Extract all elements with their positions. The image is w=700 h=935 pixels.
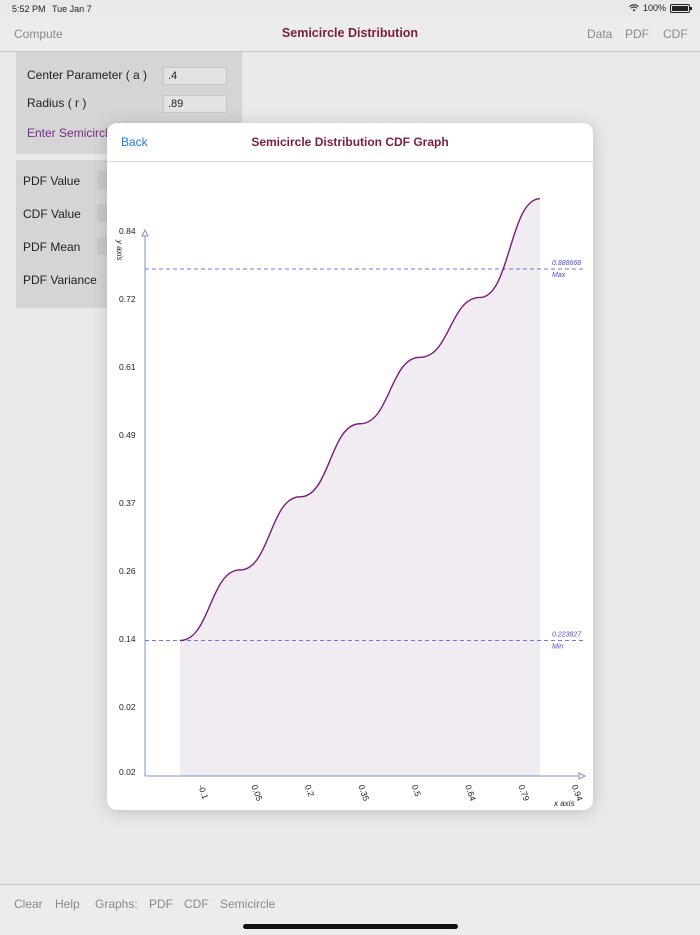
pdf-button[interactable]: PDF: [625, 27, 649, 41]
data-button[interactable]: Data: [587, 27, 612, 41]
x-axis-title: x axis: [553, 799, 574, 808]
x-tick-label: 0.35: [356, 783, 371, 802]
x-tick-label: 0.2: [303, 783, 317, 798]
clear-button[interactable]: Clear: [14, 897, 43, 911]
center-parameter-label: Center Parameter ( a ): [27, 68, 148, 82]
y-tick-label: 0.61: [119, 362, 136, 372]
graphs-label: Graphs:: [95, 897, 138, 911]
max-label: Max: [552, 272, 566, 279]
y-tick-label: 0.02: [119, 702, 136, 712]
graph-cdf-button[interactable]: CDF: [184, 897, 209, 911]
x-tick-label: 0.79: [517, 783, 532, 802]
pdf-value-label: PDF Value: [23, 174, 81, 188]
x-tick-label: 0.05: [250, 783, 265, 802]
cdf-button[interactable]: CDF: [663, 27, 688, 41]
x-tick-label: 0.64: [463, 783, 478, 802]
navigation-bar: Compute Semicircle Distribution Data PDF…: [0, 16, 700, 52]
center-parameter-input[interactable]: .4: [163, 67, 227, 85]
cdf-chart: 0.84 0.72 0.61 0.49 0.37 0.26 0.14 0.02 0.02 y ax…: [115, 197, 587, 808]
cdf-graph-modal: Back Semicircle Distribution CDF Graph 0…: [107, 123, 593, 810]
status-time: 5:52 PM: [12, 4, 46, 14]
max-value-label: 0.888668: [552, 260, 581, 267]
x-tick-label: -0.1: [196, 783, 210, 800]
y-tick-label: 0.84: [119, 226, 136, 236]
wifi-icon: [629, 4, 639, 12]
pdf-variance-label: PDF Variance: [23, 273, 97, 287]
pdf-mean-field: [97, 237, 107, 255]
y-tick-label: 0.37: [119, 498, 136, 508]
y-tick-label: 0.72: [119, 294, 136, 304]
status-right: 100%: [629, 3, 692, 13]
y-tick-label: 0.49: [119, 430, 136, 440]
y-axis-arrow: [141, 228, 149, 237]
graph-semicircle-button[interactable]: Semicircle: [220, 897, 275, 911]
help-button[interactable]: Help: [55, 897, 80, 911]
x-axis-arrow: [578, 772, 587, 780]
graph-pdf-button[interactable]: PDF: [149, 897, 173, 911]
cdf-value-field: [97, 204, 107, 222]
battery-icon: [670, 3, 692, 13]
min-label: Min: [552, 644, 563, 651]
status-date: Tue Jan 7: [52, 4, 92, 14]
enter-semicircle-link[interactable]: Enter Semicircle: [27, 126, 114, 140]
modal-header: Back Semicircle Distribution CDF Graph: [107, 123, 593, 162]
battery-percent: 100%: [642, 3, 666, 13]
x-tick-label: 0.5: [410, 783, 424, 798]
y-tick-label: 0.02: [119, 767, 136, 777]
home-indicator: [243, 924, 458, 929]
pdf-value-field: [97, 171, 107, 189]
y-tick-label: 0.14: [119, 634, 136, 644]
radius-input[interactable]: .89: [163, 95, 227, 113]
y-tick-label: 0.26: [119, 566, 136, 576]
y-axis-title: y axis: [115, 239, 124, 260]
status-bar: 5:52 PM Tue Jan 7 100%: [0, 0, 700, 16]
cdf-value-label: CDF Value: [23, 207, 81, 221]
radius-label: Radius ( r ): [27, 96, 87, 110]
modal-title: Semicircle Distribution CDF Graph: [251, 135, 449, 149]
min-value-label: 0.223827: [552, 632, 582, 639]
pdf-mean-label: PDF Mean: [23, 240, 81, 254]
cdf-area: [180, 198, 540, 777]
